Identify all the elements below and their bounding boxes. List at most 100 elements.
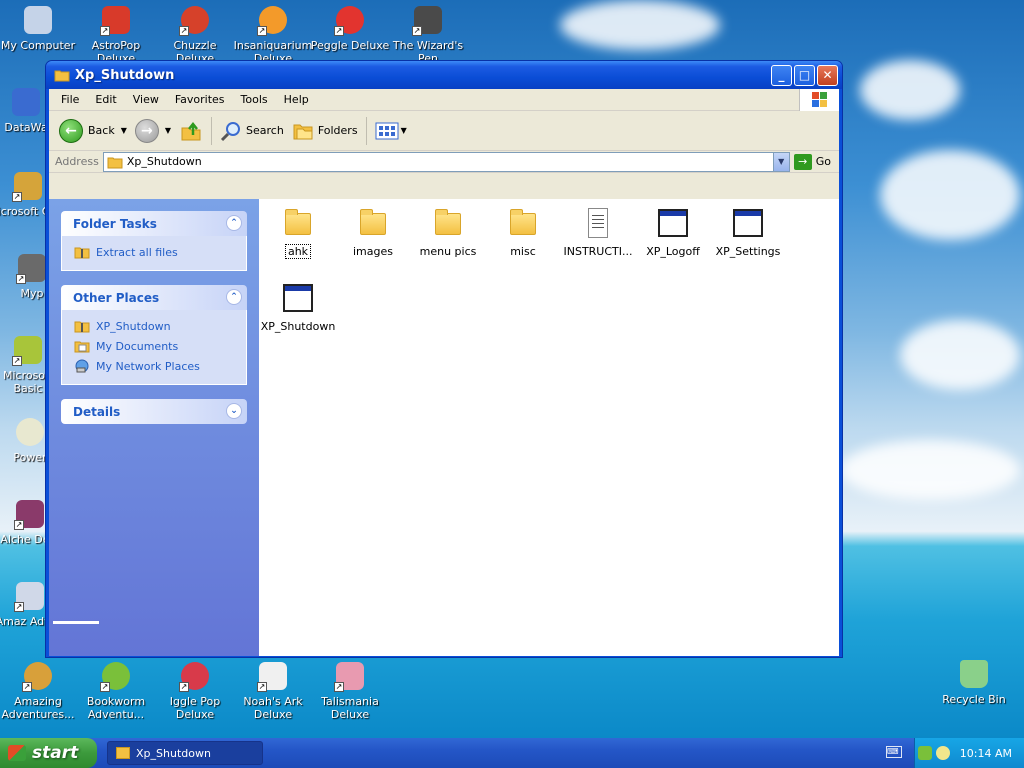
folder-icon: [360, 209, 386, 235]
extract-all-files-link[interactable]: Extract all files: [74, 242, 246, 262]
text-document-icon: [588, 208, 608, 238]
menu-file[interactable]: File: [53, 93, 87, 106]
back-button[interactable]: ← Back ▼: [55, 115, 131, 147]
application-icon: [283, 284, 313, 312]
minimize-button[interactable]: _: [771, 64, 792, 86]
recycle-bin-icon: [960, 660, 988, 688]
menu-view[interactable]: View: [125, 93, 167, 106]
details-panel: Details ⌄: [61, 399, 247, 424]
explorer-window: Xp_Shutdown _ □ ✕ File Edit View Favorit…: [45, 60, 843, 658]
desktop-icon-bookworm[interactable]: ↗ Bookworm Adventu...: [76, 660, 156, 721]
disc-icon: [16, 418, 44, 446]
datawa-icon: [12, 88, 40, 116]
views-dropdown-icon: ▼: [400, 126, 407, 135]
windows-flag-icon: [8, 745, 26, 761]
desktop-icon-amazing-adventures[interactable]: ↗ Amazing Adventures...: [0, 660, 78, 721]
forward-dropdown-icon[interactable]: ▼: [165, 126, 171, 135]
file-item-xp-shutdown[interactable]: XP_Shutdown: [259, 282, 337, 333]
system-tray: 10:14 AM: [914, 738, 1024, 768]
desktop-icon-noahs-ark[interactable]: ↗ Noah's Ark Deluxe: [233, 660, 313, 721]
taskbar-item-xp-shutdown[interactable]: Xp_Shutdown: [107, 741, 263, 765]
keyboard-icon[interactable]: ⌨: [886, 746, 902, 758]
other-places-header[interactable]: Other Places ⌃: [61, 285, 247, 310]
network-tray-icon[interactable]: [917, 746, 932, 760]
toolbar-separator: [365, 116, 367, 145]
file-item-menu-pics[interactable]: menu pics: [409, 207, 487, 258]
pane-marker: [53, 621, 99, 624]
other-place-xp-shutdown[interactable]: XP_Shutdown: [74, 316, 246, 336]
go-button[interactable]: → Go: [793, 153, 831, 170]
title-bar[interactable]: Xp_Shutdown _ □ ✕: [46, 61, 842, 89]
desktop-icon-astropop[interactable]: ↗ AstroPop Deluxe: [76, 4, 156, 65]
start-label: start: [32, 743, 79, 763]
clock[interactable]: 10:14 AM: [960, 747, 1012, 760]
application-icon: [733, 209, 763, 237]
application-icon: [658, 209, 688, 237]
toolbar-separator: [211, 116, 213, 145]
details-header[interactable]: Details ⌄: [61, 399, 247, 424]
up-folder-icon: [181, 121, 201, 140]
search-label: Search: [246, 124, 284, 137]
file-item-misc[interactable]: misc: [484, 207, 562, 258]
other-place-my-documents[interactable]: My Documents: [74, 336, 246, 356]
expand-icon[interactable]: ⌄: [226, 403, 242, 419]
desktop-icon-chuzzle[interactable]: ↗ Chuzzle Deluxe: [155, 4, 235, 65]
up-folder-button[interactable]: [175, 115, 207, 147]
file-list[interactable]: ahk images menu pics misc INSTRUCTI... X…: [259, 199, 839, 656]
folder-tasks-panel: Folder Tasks ⌃ Extract all files: [61, 211, 247, 271]
views-button[interactable]: ▼: [371, 115, 411, 147]
other-places-panel: Other Places ⌃ XP_Shutdown My Documents: [61, 285, 247, 385]
menu-edit[interactable]: Edit: [87, 93, 124, 106]
desktop-icon-talismania[interactable]: ↗ Talismania Deluxe: [310, 660, 390, 721]
search-icon: [220, 121, 241, 141]
address-bar: Address Xp_Shutdown ▼ → Go: [49, 151, 839, 173]
zip-folder-icon: [74, 247, 90, 259]
search-button[interactable]: Search: [216, 115, 288, 147]
folder-icon: [285, 209, 311, 235]
address-dropdown-icon[interactable]: ▼: [772, 152, 789, 171]
network-places-icon: [75, 359, 89, 373]
windows-logo-icon: [799, 89, 839, 111]
desktop-icon-insaniquarium[interactable]: ↗ Insaniquarium Deluxe: [233, 4, 313, 65]
other-place-my-network-places[interactable]: My Network Places: [74, 356, 246, 376]
desktop-icon-iggle-pop[interactable]: ↗ Iggle Pop Deluxe: [155, 660, 235, 721]
other-places-title: Other Places: [73, 290, 160, 305]
file-item-ahk[interactable]: ahk: [259, 207, 337, 259]
collapse-icon[interactable]: ⌃: [226, 215, 242, 231]
folders-button[interactable]: Folders: [288, 115, 362, 147]
zip-folder-icon: [74, 321, 90, 333]
desktop-icon-wizards-pen[interactable]: ↗ The Wizard's Pen: [388, 4, 468, 65]
menu-tools[interactable]: Tools: [233, 93, 276, 106]
computer-icon: [24, 6, 52, 34]
menu-favorites[interactable]: Favorites: [167, 93, 233, 106]
desktop-icon-my-computer[interactable]: My Computer: [0, 4, 78, 52]
toolbar: ← Back ▼ → ▼ Search Folders ▼: [49, 111, 839, 151]
desktop-icon-peggle[interactable]: ↗ Peggle Deluxe: [310, 4, 390, 52]
address-input[interactable]: Xp_Shutdown ▼: [102, 151, 790, 172]
address-label: Address: [55, 155, 99, 168]
folder-tasks-title: Folder Tasks: [73, 216, 157, 231]
file-item-xp-settings[interactable]: XP_Settings: [709, 207, 787, 258]
maximize-button[interactable]: □: [794, 64, 815, 86]
start-button[interactable]: start: [0, 738, 97, 768]
file-item-instructions[interactable]: INSTRUCTI...: [559, 207, 637, 258]
menu-help[interactable]: Help: [276, 93, 317, 106]
my-documents-icon: [74, 341, 90, 353]
window-title: Xp_Shutdown: [75, 67, 175, 83]
close-button[interactable]: ✕: [817, 64, 838, 86]
file-item-images[interactable]: images: [334, 207, 412, 258]
desktop-icon-recycle-bin[interactable]: Recycle Bin: [934, 658, 1014, 706]
back-label: Back: [88, 124, 115, 137]
go-arrow-icon: →: [793, 153, 812, 170]
back-dropdown-icon[interactable]: ▼: [121, 126, 127, 135]
address-value: Xp_Shutdown: [126, 155, 202, 168]
collapse-icon[interactable]: ⌃: [226, 289, 242, 305]
forward-button[interactable]: → ▼: [131, 115, 175, 147]
volume-tray-icon[interactable]: [935, 746, 950, 760]
folder-tasks-header[interactable]: Folder Tasks ⌃: [61, 211, 247, 236]
folders-icon: [293, 124, 313, 139]
file-item-xp-logoff[interactable]: XP_Logoff: [634, 207, 712, 258]
folder-icon: [435, 209, 461, 235]
details-title: Details: [73, 404, 121, 419]
forward-arrow-icon: →: [134, 118, 159, 143]
